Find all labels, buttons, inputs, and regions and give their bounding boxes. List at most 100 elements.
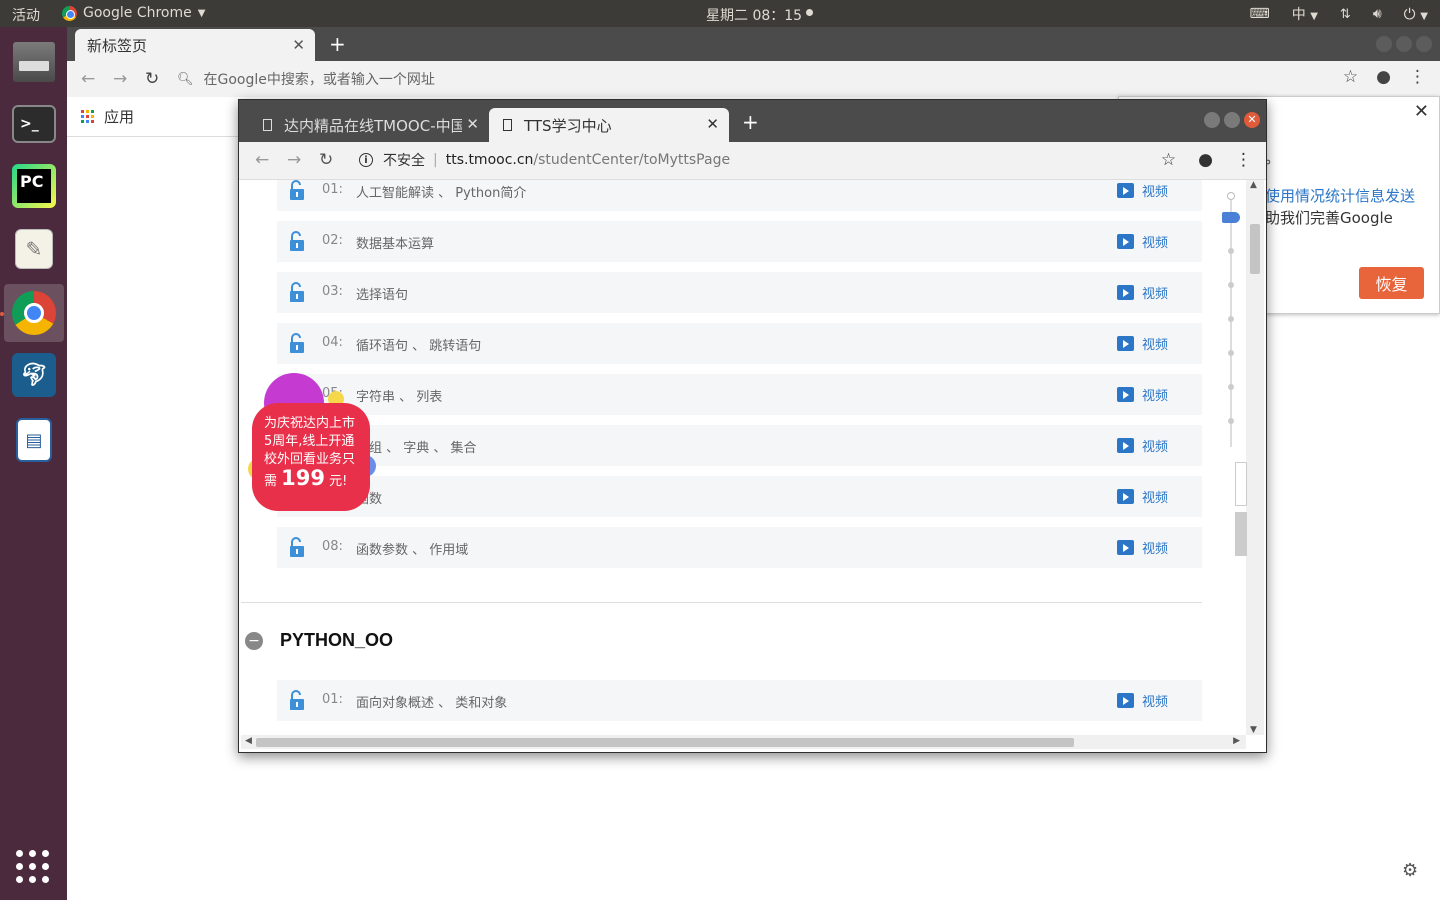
new-tab-button[interactable]: + <box>742 110 759 134</box>
lesson-row[interactable]: 04: 循环语句 、 跳转语句 视频 <box>277 323 1202 364</box>
lesson-row[interactable]: 05: 字符串 、 列表 视频 <box>277 374 1202 415</box>
star-icon[interactable]: ☆ <box>1343 67 1358 87</box>
video-link[interactable]: 视频 <box>1116 232 1168 251</box>
video-link[interactable]: 视频 <box>1116 436 1168 455</box>
scroll-up-arrow[interactable]: ▲ <box>1250 180 1257 190</box>
menu-kebab-icon[interactable]: ⋮ <box>1409 67 1426 87</box>
clock[interactable]: 星期二 08：15 <box>706 5 802 25</box>
lesson-row[interactable]: 01: 面向对象概述 、 类和对象 视频 <box>277 680 1202 721</box>
lesson-title[interactable]: 选择语句 <box>356 284 408 303</box>
progress-dot[interactable] <box>1228 384 1234 390</box>
maximize-button[interactable] <box>1224 112 1240 128</box>
launcher-files[interactable] <box>4 33 64 91</box>
activities-button[interactable]: 活动 <box>12 5 40 25</box>
side-panel-handle[interactable] <box>1235 512 1247 556</box>
launcher-document-viewer[interactable]: ▤ <box>4 411 64 469</box>
close-icon[interactable]: ✕ <box>462 115 479 133</box>
text-editor-icon: ✎ <box>15 229 53 269</box>
progress-dot[interactable] <box>1228 418 1234 424</box>
side-panel-toggle[interactable] <box>1235 462 1247 506</box>
scroll-thumb[interactable] <box>256 738 1074 747</box>
video-link[interactable]: 视频 <box>1116 334 1168 353</box>
minimize-button[interactable] <box>1376 36 1392 52</box>
keyboard-icon[interactable]: ⌨ <box>1250 6 1270 22</box>
close-icon[interactable]: ✕ <box>706 115 719 133</box>
security-label[interactable]: 不安全 <box>383 150 425 170</box>
power-icon[interactable]: ⏻ ▼ <box>1404 5 1428 23</box>
close-window-button[interactable] <box>1416 36 1432 52</box>
close-window-button[interactable]: ✕ <box>1244 112 1260 128</box>
launcher-chrome[interactable] <box>4 284 64 342</box>
tab-tmooc[interactable]: 达内精品在线TMOOC-中国 ✕ <box>249 108 489 142</box>
popup-text-line1[interactable]: 使用情况统计信息发送 <box>1265 185 1415 206</box>
lesson-row[interactable]: 02: 数据基本运算 视频 <box>277 221 1202 262</box>
launcher-pycharm[interactable]: PC <box>4 157 64 215</box>
close-icon[interactable]: ✕ <box>1414 101 1429 122</box>
network-icon[interactable]: ⇅ <box>1340 7 1351 22</box>
back-arrow-icon[interactable]: ← <box>81 69 95 89</box>
star-icon[interactable]: ☆ <box>1161 150 1176 170</box>
horizontal-scrollbar[interactable]: ◀ ▶ <box>241 735 1246 749</box>
lesson-title[interactable]: 数据基本运算 <box>356 233 434 252</box>
reload-icon[interactable]: ↻ <box>319 150 333 170</box>
gear-icon[interactable]: ⚙ <box>1402 860 1418 881</box>
tab-new-tab[interactable]: 新标签页 ✕ <box>75 29 315 61</box>
menu-kebab-icon[interactable]: ⋮ <box>1235 150 1252 170</box>
app-menu[interactable]: Google Chrome ▼ <box>62 5 205 21</box>
promo-badge[interactable]: 为庆祝达内上市 5周年,线上开通 校外回看业务只需 199 元! <box>248 373 378 513</box>
apps-icon[interactable] <box>81 110 94 123</box>
scroll-right-arrow[interactable]: ▶ <box>1233 736 1240 746</box>
lesson-row[interactable]: 03: 选择语句 视频 <box>277 272 1202 313</box>
progress-dot[interactable] <box>1228 282 1234 288</box>
back-arrow-icon[interactable]: ← <box>255 150 269 170</box>
omnibox[interactable]: i 不安全 | tts.tmooc.cn/studentCenter/toMyt… <box>359 150 730 170</box>
launcher-terminal[interactable]: >_ <box>4 95 64 153</box>
maximize-button[interactable] <box>1396 36 1412 52</box>
running-indicator <box>0 312 4 316</box>
collapse-icon[interactable]: − <box>245 631 263 650</box>
info-icon[interactable]: i <box>359 153 373 167</box>
video-link[interactable]: 视频 <box>1116 181 1168 200</box>
lesson-row[interactable]: 07: 函数 视频 <box>277 476 1202 517</box>
profile-icon[interactable]: ● <box>1376 67 1391 87</box>
progress-dot[interactable] <box>1228 350 1234 356</box>
scroll-left-arrow[interactable]: ◀ <box>245 736 252 746</box>
omnibox[interactable]: 🔍︎ 在Google中搜索，或者输入一个网址 <box>177 66 1327 92</box>
video-link[interactable]: 视频 <box>1116 691 1168 710</box>
progress-dot[interactable] <box>1227 192 1235 200</box>
lesson-row[interactable]: 06: 元组 、 字典 、 集合 视频 <box>277 425 1202 466</box>
section-header[interactable]: − PYTHON_OO <box>241 630 393 651</box>
video-label: 视频 <box>1141 185 1168 200</box>
restore-button[interactable]: 恢复 <box>1359 267 1424 299</box>
video-link[interactable]: 视频 <box>1116 283 1168 302</box>
vertical-scrollbar[interactable]: ▲ ▼ <box>1246 180 1264 735</box>
forward-arrow-icon[interactable]: → <box>113 69 127 89</box>
lesson-row[interactable]: 08: 函数参数 、 作用域 视频 <box>277 527 1202 568</box>
tab-tts[interactable]: TTS学习中心 ✕ <box>489 108 729 142</box>
lesson-row[interactable]: 01: 人工智能解读 、 Python简介 视频 <box>277 180 1202 211</box>
new-tab-button[interactable]: + <box>329 32 346 56</box>
progress-dot[interactable] <box>1228 316 1234 322</box>
show-applications-icon[interactable] <box>16 850 50 884</box>
volume-icon[interactable]: 🔊︎ <box>1373 6 1382 22</box>
lesson-title[interactable]: 人工智能解读 、 Python简介 <box>356 182 526 201</box>
progress-dot[interactable] <box>1228 248 1234 254</box>
launcher-mysql-workbench[interactable]: 🐬︎ <box>4 346 64 404</box>
scroll-down-arrow[interactable]: ▼ <box>1250 725 1257 735</box>
profile-icon[interactable]: ● <box>1198 150 1213 170</box>
lesson-title[interactable]: 循环语句 、 跳转语句 <box>356 335 481 354</box>
video-link[interactable]: 视频 <box>1116 487 1168 506</box>
bookmark-apps[interactable]: 应用 <box>104 106 134 127</box>
video-link[interactable]: 视频 <box>1116 385 1168 404</box>
scroll-thumb[interactable] <box>1250 224 1260 274</box>
lesson-title[interactable]: 函数参数 、 作用域 <box>356 539 468 558</box>
launcher-text-editor[interactable]: ✎ <box>4 220 64 278</box>
close-icon[interactable]: ✕ <box>292 36 305 54</box>
reload-icon[interactable]: ↻ <box>145 69 159 89</box>
input-method-menu[interactable]: 中 ▼ <box>1292 4 1318 24</box>
lesson-title[interactable]: 面向对象概述 、 类和对象 <box>356 692 507 711</box>
forward-arrow-icon[interactable]: → <box>287 150 301 170</box>
video-link[interactable]: 视频 <box>1116 538 1168 557</box>
minimize-button[interactable] <box>1204 112 1220 128</box>
promo-text-box[interactable]: 为庆祝达内上市 5周年,线上开通 校外回看业务只需 199 元! <box>252 403 370 511</box>
